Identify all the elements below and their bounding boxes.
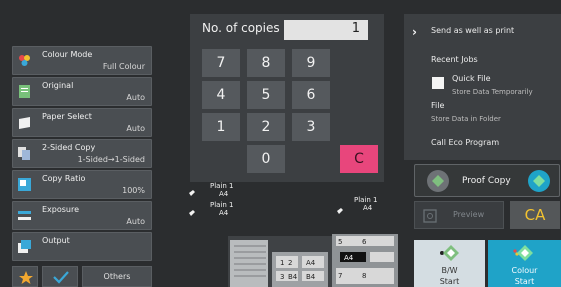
others-button[interactable]: Others [82, 266, 152, 287]
duplex-icon [18, 147, 30, 160]
copies-keypad: No. of copies 1 7 8 9 4 5 6 1 2 3 0 C [190, 14, 384, 182]
output-icon [18, 240, 31, 253]
file[interactable]: File [431, 101, 444, 110]
call-eco-program[interactable]: Call Eco Program [431, 138, 499, 147]
tray-1-icon [189, 190, 195, 196]
tray-3-type: Plain 1 [354, 196, 378, 204]
machine-label: A4 [306, 259, 316, 267]
original-button[interactable]: Original Auto [12, 77, 152, 106]
paper-icon [19, 117, 30, 129]
machine-label: 1 [280, 259, 284, 267]
settings-column: Colour Mode Full Colour Original Auto Pa… [12, 46, 152, 263]
exposure-button[interactable]: Exposure Auto [12, 201, 152, 230]
tray-1-size: A4 [219, 190, 229, 198]
proof-colour-icon [528, 170, 550, 192]
colour-start-label: Start [514, 277, 535, 286]
setting-name: Colour Mode [42, 50, 93, 59]
clear-all-button[interactable]: CA [510, 201, 560, 229]
setting-name: Output [42, 236, 70, 245]
copies-label: No. of copies [202, 21, 280, 35]
setting-value: Full Colour [102, 62, 145, 71]
right-action-panel: › Send as well as print Recent Jobs Quic… [404, 14, 561, 160]
preview-icon [423, 209, 437, 223]
send-as-well-as-print[interactable]: Send as well as print [431, 26, 514, 35]
file-sub: Store Data in Folder [431, 115, 501, 123]
tray-2-size: A4 [219, 209, 229, 217]
proof-copy-button[interactable]: Proof Copy [414, 164, 560, 197]
tray-3-size: A4 [363, 204, 373, 212]
star-icon [19, 271, 33, 284]
key-3[interactable]: 3 [292, 113, 330, 141]
tray-2-icon [189, 210, 195, 216]
key-0[interactable]: 0 [247, 145, 285, 173]
machine-label: 2 [288, 259, 292, 267]
setting-name: Exposure [42, 205, 80, 214]
original-icon [19, 85, 30, 98]
setting-name: 2-Sided Copy [42, 143, 96, 152]
preview-label: Preview [453, 210, 485, 219]
bottom-row: Others [12, 266, 152, 287]
machine-label: 5 [338, 238, 342, 246]
clear-key[interactable]: C [340, 145, 378, 173]
chevron-right-icon[interactable]: › [412, 25, 417, 39]
colour-start-icon [513, 245, 533, 261]
output-button[interactable]: Output [12, 232, 152, 261]
bw-label: B/W [441, 266, 458, 275]
favorites-button[interactable] [12, 266, 38, 287]
tray-3-icon [337, 208, 343, 214]
machine-label: B4 [306, 273, 316, 281]
machine-label: 3 [280, 273, 284, 281]
bw-start-button[interactable]: B/W Start [414, 240, 485, 287]
machine-label: 7 [338, 272, 342, 280]
key-5[interactable]: 5 [247, 81, 285, 109]
tray-1-label[interactable]: Plain 1 A4 [210, 182, 234, 198]
proof-copy-label: Proof Copy [462, 176, 511, 186]
setting-value: Auto [126, 124, 145, 133]
setting-value: Auto [126, 217, 145, 226]
tray-2-type: Plain 1 [210, 201, 234, 209]
copy-ratio-button[interactable]: Copy Ratio 100% [12, 170, 152, 199]
copy-ratio-icon [18, 178, 31, 191]
colour-mode-icon [19, 55, 30, 66]
bw-start-icon [440, 245, 459, 261]
colour-label: Colour [511, 266, 538, 275]
copies-input[interactable]: 1 [284, 20, 368, 40]
quick-file-sub: Store Data Temporarily [452, 88, 533, 96]
machine-diagram: 1 2 3 B4 A4 B4 A4 5 6 7 8 [228, 234, 398, 287]
proof-icon [427, 170, 449, 192]
key-6[interactable]: 6 [292, 81, 330, 109]
machine-label: B4 [288, 273, 298, 281]
preview-button[interactable]: Preview [414, 201, 504, 229]
recent-jobs[interactable]: Recent Jobs [431, 55, 478, 64]
tray-2-label[interactable]: Plain 1 A4 [210, 201, 234, 217]
key-9[interactable]: 9 [292, 49, 330, 77]
machine-label: 6 [362, 238, 367, 246]
colour-start-button[interactable]: Colour Start [488, 240, 561, 287]
checkmark-icon [53, 271, 69, 284]
exposure-icon [18, 211, 31, 220]
key-8[interactable]: 8 [247, 49, 285, 77]
setting-name: Original [42, 81, 74, 90]
quick-file-checkbox[interactable] [432, 77, 444, 89]
tray-3-label[interactable]: Plain 1 A4 [354, 196, 378, 212]
setting-name: Copy Ratio [42, 174, 86, 183]
tray-1-type: Plain 1 [210, 182, 234, 190]
setting-value: Auto [126, 93, 145, 102]
check-button[interactable] [42, 266, 78, 287]
machine-label: A4 [344, 254, 354, 262]
setting-value: 100% [122, 186, 145, 195]
paper-select-button[interactable]: Paper Select Auto [12, 108, 152, 137]
setting-value: 1-Sided→1-Sided [77, 155, 145, 164]
setting-name: Paper Select [42, 112, 92, 121]
key-4[interactable]: 4 [202, 81, 240, 109]
bw-start-label: Start [439, 277, 460, 286]
quick-file[interactable]: Quick File [452, 74, 491, 83]
colour-mode-button[interactable]: Colour Mode Full Colour [12, 46, 152, 75]
two-sided-copy-button[interactable]: 2-Sided Copy 1-Sided→1-Sided [12, 139, 152, 168]
key-1[interactable]: 1 [202, 113, 240, 141]
key-2[interactable]: 2 [247, 113, 285, 141]
key-7[interactable]: 7 [202, 49, 240, 77]
machine-label: 8 [362, 272, 366, 280]
